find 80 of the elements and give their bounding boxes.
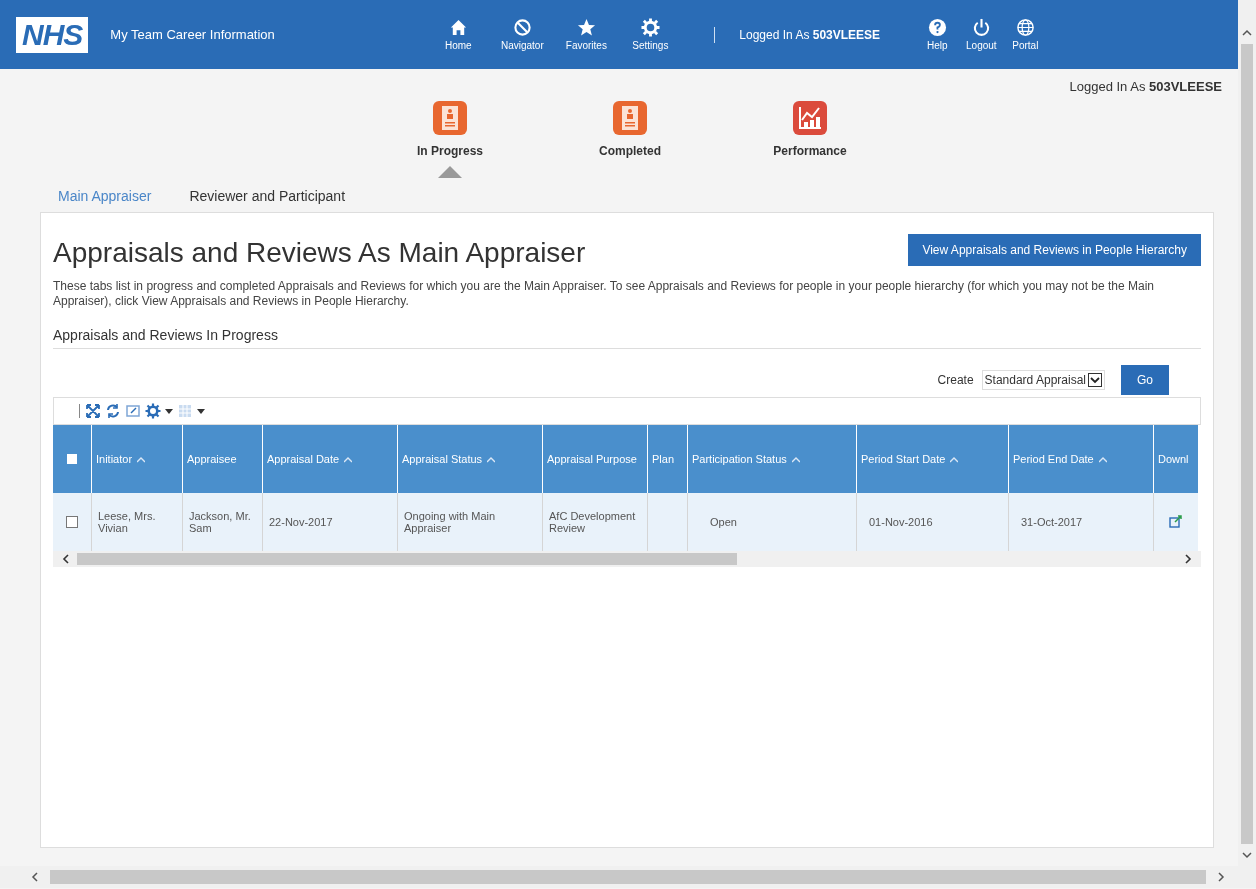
tile-link[interactable]: Performance	[773, 144, 847, 158]
tile-link[interactable]: Completed	[599, 144, 661, 158]
scroll-left-icon[interactable]	[30, 872, 40, 882]
scroll-right-icon[interactable]	[1216, 872, 1226, 882]
table-cell: 01-Nov-2016	[869, 516, 933, 528]
table-cell: Ongoing with Main Appraiser	[404, 510, 496, 534]
horizontal-scrollbar[interactable]	[0, 866, 1256, 888]
expand-icon[interactable]	[85, 403, 101, 419]
nav-button[interactable]: Favorites	[558, 18, 615, 51]
column-header[interactable]: Plan	[647, 425, 688, 493]
settings-icon[interactable]	[145, 403, 161, 419]
select-all-checkbox[interactable]	[67, 454, 77, 464]
column-header[interactable]: Appraisal Purpose	[542, 425, 648, 493]
table-scrollbar[interactable]	[53, 551, 1201, 567]
nav-button[interactable]: Settings	[622, 18, 679, 51]
chart-icon[interactable]	[790, 98, 830, 138]
create-label: Create	[937, 373, 974, 387]
table-cell: Jackson, Mr. Sam	[189, 510, 251, 534]
scrollbar-thumb[interactable]	[77, 553, 737, 565]
caret-icon[interactable]	[197, 407, 205, 415]
nhs-logo: NHS	[16, 16, 89, 53]
app-title: My Team Career Information	[110, 27, 276, 42]
table-cell: 22-Nov-2017	[269, 516, 333, 528]
logged-in-text: Logged In As 503VLEESE	[739, 27, 882, 42]
appraisal-type-dropdown[interactable]: Standard Appraisal	[981, 370, 1105, 390]
caret-icon[interactable]	[165, 407, 173, 415]
toolbar-button[interactable]: Logout	[961, 18, 1002, 51]
table-cell: Leese, Mrs. Vivian	[98, 510, 156, 534]
row-checkbox[interactable]	[66, 516, 78, 528]
home-icon	[448, 18, 468, 37]
divider-icon	[78, 404, 81, 418]
logged-in-text: Logged In As 503VLEESE	[1069, 79, 1222, 94]
column-header[interactable]: Participation Status	[687, 425, 857, 493]
toolbar-button[interactable]: Help	[917, 18, 958, 51]
table-cell: AfC Development Review	[549, 510, 636, 534]
tile-link[interactable]: In Progress	[417, 144, 483, 158]
column-header[interactable]: Appraisal Status	[397, 425, 543, 493]
scrollbar-thumb[interactable]	[50, 870, 1206, 884]
scroll-down-icon[interactable]	[1242, 850, 1252, 860]
column-header[interactable]: Downl	[1153, 425, 1198, 493]
compass-icon	[512, 18, 532, 37]
detach-icon[interactable]	[125, 403, 141, 419]
sort-icon[interactable]	[344, 457, 353, 463]
hierarchy-button[interactable]: View Appraisals and Reviews in People Hierarchy	[908, 234, 1201, 266]
column-header[interactable]: Appraisee	[182, 425, 263, 493]
refresh-icon[interactable]	[105, 403, 121, 419]
column-header[interactable]: Appraisal Date	[262, 425, 398, 493]
toolbar-button[interactable]: Portal	[1005, 18, 1046, 51]
sub-tab[interactable]: Reviewer and Participant	[189, 188, 346, 204]
download-icon[interactable]	[1168, 513, 1184, 529]
nav-button[interactable]: Navigator	[494, 18, 551, 51]
column-header[interactable]: Period Start Date	[856, 425, 1009, 493]
sort-icon[interactable]	[137, 457, 146, 463]
section-title: Appraisals and Reviews In Progress	[53, 327, 1201, 349]
scroll-up-icon[interactable]	[1242, 28, 1252, 38]
sort-icon[interactable]	[791, 457, 800, 463]
power-icon	[971, 18, 991, 37]
scroll-left-icon[interactable]	[61, 554, 71, 564]
globe-icon	[1015, 18, 1035, 37]
settings-icon	[640, 18, 660, 37]
sort-icon[interactable]	[950, 457, 959, 463]
sort-icon[interactable]	[1098, 457, 1107, 463]
nav-button[interactable]: Home	[430, 18, 487, 51]
table-cell: 31-Oct-2017	[1021, 516, 1083, 528]
column-header[interactable]: Initiator	[91, 425, 183, 493]
scroll-right-icon[interactable]	[1183, 554, 1193, 564]
badge-icon[interactable]	[610, 98, 650, 138]
dropdown-icon	[1088, 373, 1102, 387]
page-title: Appraisals and Reviews As Main Appraiser	[53, 237, 586, 269]
sort-icon[interactable]	[487, 457, 496, 463]
go-button[interactable]: Go	[1121, 365, 1169, 395]
scrollbar-thumb[interactable]	[1241, 44, 1253, 844]
column-header[interactable]: Period End Date	[1008, 425, 1154, 493]
vertical-scrollbar[interactable]	[1238, 0, 1256, 866]
star-icon	[576, 18, 596, 37]
description-text: These tabs list in progress and completed Appraisals and Reviews for which you are the Main Appraiser. To see Appraisals and Reviews for people in your people hierarchy (for which you may not be the Main Appraiser), click View Appraisals and Reviews in People Hierarchy.	[53, 279, 1156, 309]
sub-tab[interactable]: Main Appraiser	[58, 188, 152, 204]
help-icon	[927, 18, 947, 37]
badge-icon[interactable]	[430, 98, 470, 138]
table-cell: Open	[710, 516, 737, 528]
